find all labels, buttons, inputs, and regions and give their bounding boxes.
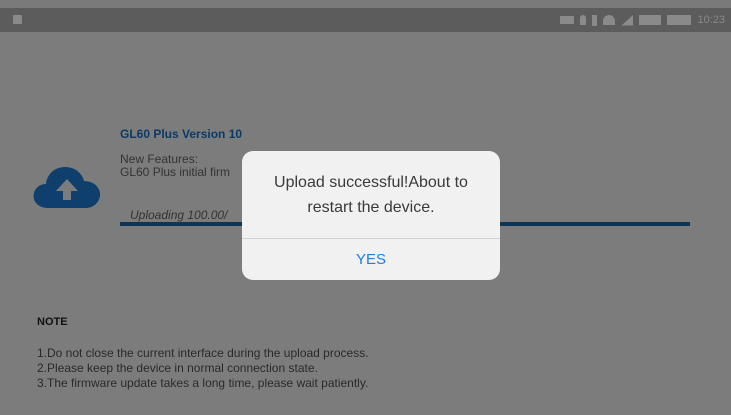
firmware-version-title: GL60 Plus Version 10 — [120, 127, 243, 141]
upload-success-dialog: Upload successful!About to restart the d… — [242, 151, 500, 280]
yes-button[interactable]: YES — [242, 239, 500, 280]
status-bar: 10:23 — [0, 8, 731, 32]
signal-icon — [621, 14, 634, 26]
new-features-text: GL60 Plus initial firm — [120, 165, 231, 179]
bluetooth-icon — [592, 14, 598, 26]
note-title: NOTE — [37, 316, 68, 328]
note-line-2: 2.Please keep the device in normal conne… — [37, 361, 318, 375]
cloud-upload-icon — [33, 167, 101, 208]
location-icon — [580, 15, 587, 25]
note-line-3: 3.The firmware update takes a long time,… — [37, 376, 369, 390]
sim-icon — [639, 15, 662, 25]
gallery-icon — [13, 15, 22, 24]
upload-status-text: Uploading 100.00/ — [130, 208, 228, 222]
status-icons: 10:23 — [560, 12, 725, 28]
note-line-1: 1.Do not close the current interface dur… — [37, 346, 369, 360]
clock-time: 10:23 — [697, 14, 725, 26]
battery-icon — [667, 15, 692, 25]
dialog-message: Upload successful!About to restart the d… — [274, 174, 468, 216]
device-icon — [560, 16, 575, 24]
wifi-icon — [603, 15, 616, 25]
new-features-label: New Features: — [120, 152, 199, 166]
